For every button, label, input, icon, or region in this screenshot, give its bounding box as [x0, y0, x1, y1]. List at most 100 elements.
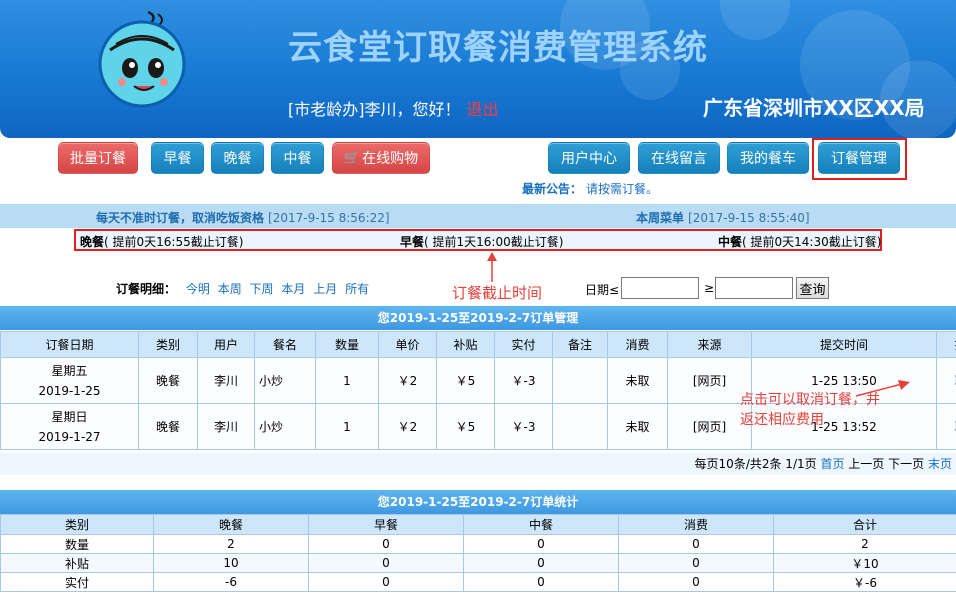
notice-label: 最新公告：	[522, 182, 583, 196]
user-cell: 李川	[197, 357, 255, 404]
stats-cell: 0	[308, 572, 464, 592]
online-message-button[interactable]: 在线留言	[638, 142, 720, 174]
pager-info: 每页10条/共2条 1/1页	[694, 457, 817, 471]
pager-prev[interactable]: 上一页	[848, 457, 884, 471]
filter-this-week[interactable]: 本周	[218, 282, 242, 296]
filter-next-week[interactable]: 下周	[250, 282, 274, 296]
filter-label: 订餐明细：	[116, 282, 177, 296]
consume-cell: 未取	[607, 357, 668, 404]
date-to-input[interactable]	[715, 277, 793, 299]
query-button[interactable]: 查询	[796, 277, 829, 299]
table-row: 补贴 10 0 0 0 ￥10	[0, 553, 956, 573]
date-from-input[interactable]	[621, 277, 699, 299]
order-filter: 订餐明细： 今明 本周 下周 本月 上月 所有	[116, 280, 373, 297]
remark-cell	[552, 403, 608, 450]
col-category: 类别	[138, 331, 198, 358]
my-cart-button[interactable]: 我的餐车	[727, 142, 809, 174]
stats-cell: 0	[463, 553, 619, 573]
pager-next[interactable]: 下一页	[888, 457, 924, 471]
cancel-order-link[interactable]: 取消	[936, 357, 956, 404]
pagination: 每页10条/共2条 1/1页 首页 上一页 下一页 末页	[0, 453, 956, 475]
my-cart-label: 我的餐车	[740, 151, 796, 167]
table-row: 实付 -6 0 0 0 ￥-6	[0, 572, 956, 592]
subsidy-cell: ￥5	[436, 357, 495, 404]
lunch-deadline-text: ( 提前0天14:30截止订餐)	[742, 235, 882, 249]
dinner-deadline-text: ( 提前0天16:55截止订餐)	[104, 235, 244, 249]
dinner-button[interactable]: 晚餐	[211, 142, 264, 174]
paid-cell: ￥-3	[494, 357, 553, 404]
stats-col-consume: 消费	[618, 514, 774, 535]
paid-cell: ￥-3	[494, 403, 553, 450]
unit-price-cell: ￥2	[378, 403, 437, 450]
breakfast-button[interactable]: 早餐	[151, 142, 204, 174]
notice-text[interactable]: 请按需订餐。	[586, 182, 658, 196]
weekly-menu[interactable]: 本周菜单 [2017-9-15 8:55:40]	[636, 209, 810, 226]
col-unit-price: 单价	[378, 331, 437, 358]
lunch-button[interactable]: 中餐	[271, 142, 324, 174]
breakfast-label: 早餐	[163, 151, 192, 167]
source-cell: [网页]	[667, 403, 752, 450]
col-remark: 备注	[552, 331, 608, 358]
stats-cell: 10	[153, 553, 309, 573]
cloud-canteen-logo-icon	[98, 10, 186, 108]
order-management-highlight	[812, 138, 907, 180]
unit-price-cell: ￥2	[378, 357, 437, 404]
stats-cell: 0	[618, 534, 774, 554]
order-date-cell: 星期日 2019-1-27	[0, 403, 139, 450]
stats-cell: 2	[153, 534, 309, 554]
stats-col-dinner: 晚餐	[153, 514, 309, 535]
stats-col-category: 类别	[0, 514, 154, 535]
stats-cell: 0	[618, 572, 774, 592]
stats-row-label: 补贴	[0, 553, 154, 573]
subsidy-cell: ￥5	[436, 403, 495, 450]
logout-link[interactable]: 退出	[467, 100, 499, 119]
batch-order-button[interactable]: 批量订餐	[58, 142, 138, 174]
batch-order-label: 批量订餐	[70, 151, 126, 167]
header-banner: 云食堂订取餐消费管理系统 [市老龄办]李川，您好！ 退出 广东省深圳市XX区XX局	[0, 0, 956, 138]
stats-row-label: 实付	[0, 572, 154, 592]
stats-cell: 0	[463, 534, 619, 554]
latest-notice: 最新公告： 请按需订餐。	[522, 180, 658, 197]
table-row: 数量 2 0 0 0 2	[0, 534, 956, 554]
category-cell: 晚餐	[138, 357, 198, 404]
stats-cell: -6	[153, 572, 309, 592]
filter-all[interactable]: 所有	[345, 282, 369, 296]
meal-deadline-bar: 晚餐( 提前0天16:55截止订餐) 早餐( 提前1天16:00截止订餐) 中餐…	[74, 229, 882, 251]
deadline-annotation: 订餐截止时间	[452, 284, 543, 302]
col-quantity: 数量	[315, 331, 379, 358]
col-user: 用户	[197, 331, 255, 358]
user-center-button[interactable]: 用户中心	[548, 142, 630, 174]
filter-today-tomorrow[interactable]: 今明	[186, 282, 210, 296]
online-shop-label: 在线购物	[362, 151, 419, 167]
filter-this-month[interactable]: 本月	[281, 282, 305, 296]
stats-col-breakfast: 早餐	[308, 514, 464, 535]
online-message-label: 在线留言	[651, 151, 707, 167]
order-weekday: 星期五	[51, 363, 88, 378]
stats-col-lunch: 中餐	[463, 514, 619, 535]
cancel-order-link[interactable]: 取消	[936, 403, 956, 450]
breakfast-deadline-text: ( 提前1天16:00截止订餐)	[424, 235, 564, 249]
stats-caption: 您2019-1-25至2019-2-7订单统计	[0, 490, 956, 514]
col-source: 来源	[667, 331, 752, 358]
stats-cell: 0	[618, 553, 774, 573]
order-date: 2019-1-27	[38, 429, 101, 444]
stats-row-label: 数量	[0, 534, 154, 554]
col-submit-time: 提交时间	[751, 331, 937, 358]
cancel-arrow-icon	[855, 380, 910, 397]
online-shop-button[interactable]: 🛒 在线购物	[332, 142, 430, 174]
dinner-deadline-label: 晚餐	[80, 235, 105, 249]
breakfast-deadline: 早餐( 提前1天16:00截止订餐)	[400, 233, 563, 250]
rule-notice: 每天不准时订餐，取消吃饭资格 [2017-9-15 8:56:22]	[96, 209, 390, 226]
weekly-menu-label: 本周菜单	[636, 211, 685, 225]
col-order-date: 订餐日期	[0, 331, 139, 358]
user-cell: 李川	[197, 403, 255, 450]
deadline-arrow-icon	[487, 252, 497, 282]
order-date-cell: 星期五 2019-1-25	[0, 357, 139, 404]
filter-last-month[interactable]: 上月	[313, 282, 337, 296]
app-title: 云食堂订取餐消费管理系统	[288, 28, 708, 68]
remark-cell	[552, 357, 608, 404]
quantity-cell: 1	[315, 403, 379, 450]
stats-header-row: 类别 晚餐 早餐 中餐 消费 合计	[0, 514, 956, 535]
pager-last[interactable]: 末页	[928, 457, 952, 471]
pager-first[interactable]: 首页	[820, 457, 844, 471]
